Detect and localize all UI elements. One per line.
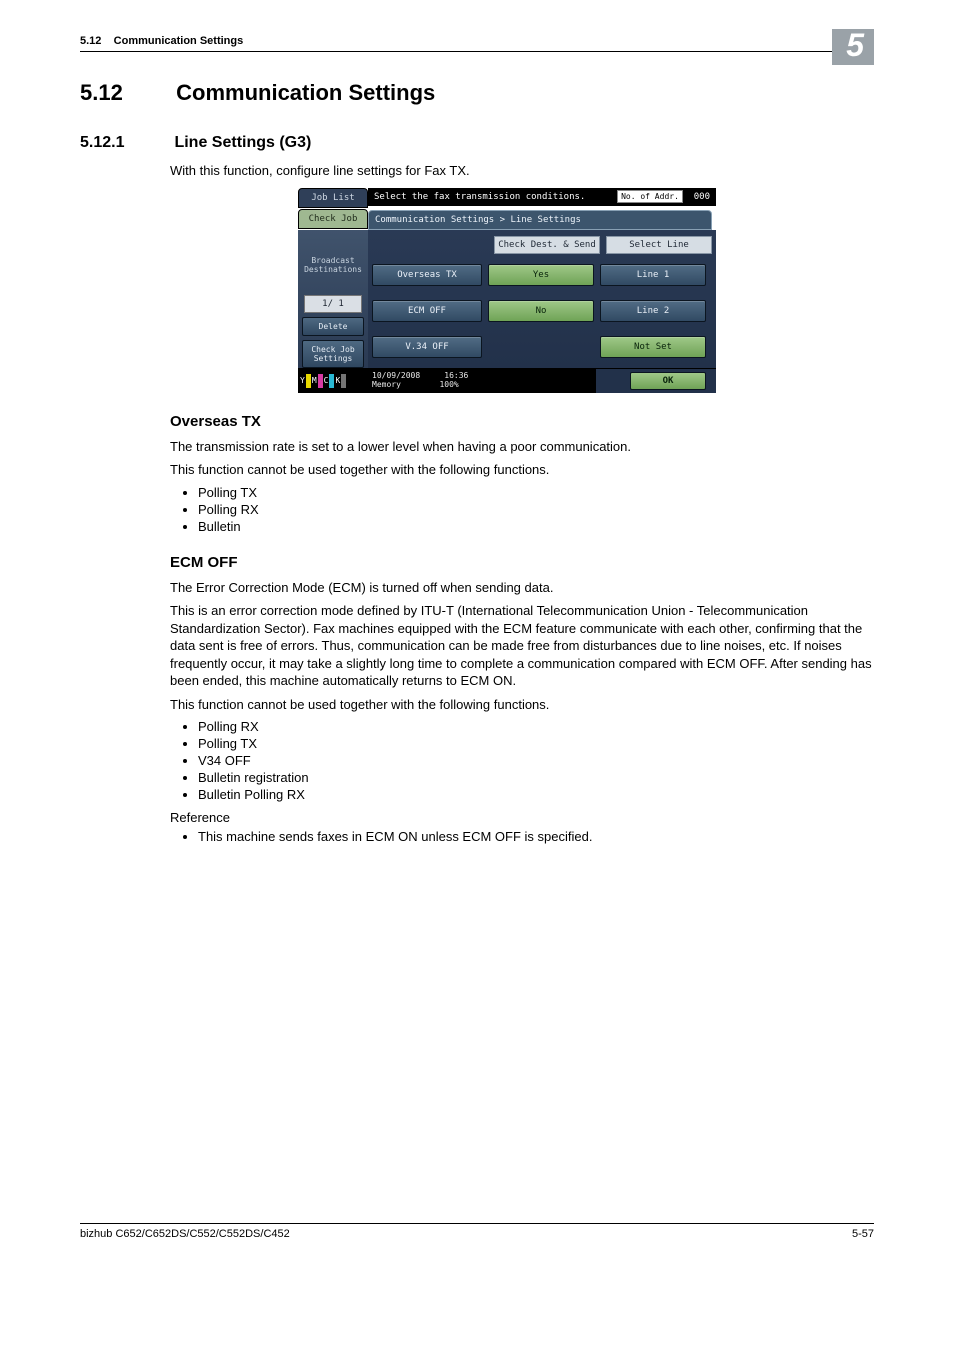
- select-line-2-button[interactable]: Line 2: [600, 300, 706, 322]
- toner-y-icon: [306, 374, 311, 388]
- section-heading: 5.12 Communication Settings: [80, 80, 874, 106]
- ecm-off-p2: This is an error correction mode defined…: [170, 602, 874, 690]
- ecm-off-button[interactable]: ECM OFF: [372, 300, 482, 322]
- status-date: 10/09/2008: [372, 371, 420, 380]
- column-header-check-dest: Check Dest. & Send: [494, 236, 600, 254]
- addr-count-label: No. of Addr.: [617, 190, 683, 203]
- pager-indicator: 1/ 1: [304, 295, 362, 313]
- toner-c-icon: [329, 374, 334, 388]
- list-item: Bulletin: [198, 519, 874, 534]
- footer-page-number: 5-57: [852, 1228, 874, 1240]
- ecm-off-p1: The Error Correction Mode (ECM) is turne…: [170, 579, 874, 597]
- toner-c-label: C: [324, 376, 329, 385]
- reference-label: Reference: [170, 810, 874, 825]
- v34-off-button[interactable]: V.34 OFF: [372, 336, 482, 358]
- list-item: Polling TX: [198, 485, 874, 500]
- reference-list: This machine sends faxes in ECM ON unles…: [170, 829, 874, 844]
- ecm-off-heading: ECM OFF: [170, 554, 874, 571]
- running-header: 5.12 Communication Settings 5: [80, 35, 874, 52]
- status-time: 16:36: [444, 371, 468, 380]
- sidebar-panel: Broadcast Destinations 1/ 1 Delete Check…: [298, 230, 368, 368]
- check-dest-no-button[interactable]: No: [488, 300, 594, 322]
- overseas-tx-p1: The transmission rate is set to a lower …: [170, 438, 874, 456]
- overseas-tx-p2: This function cannot be used together wi…: [170, 461, 874, 479]
- broadcast-destinations-label: Broadcast Destinations: [300, 256, 366, 275]
- toner-m-icon: [318, 374, 323, 388]
- toner-y-label: Y: [300, 376, 305, 385]
- select-line-not-set-button[interactable]: Not Set: [600, 336, 706, 358]
- screen-title-text: Select the fax transmission conditions.: [374, 192, 585, 202]
- list-item: Bulletin Polling RX: [198, 787, 874, 802]
- subsection-heading-num: 5.12.1: [80, 134, 170, 152]
- overseas-tx-heading: Overseas TX: [170, 413, 874, 430]
- header-section-num: 5.12: [80, 35, 101, 47]
- header-section-title: Communication Settings: [114, 35, 244, 47]
- screen-title-bar: Select the fax transmission conditions. …: [368, 188, 716, 206]
- status-memory-value: 100%: [439, 380, 458, 389]
- chapter-number-badge: 5: [832, 29, 874, 65]
- list-item: Bulletin registration: [198, 770, 874, 785]
- status-memory-label: Memory: [372, 380, 401, 389]
- addr-count-value: 000: [694, 192, 710, 202]
- breadcrumb: Communication Settings > Line Settings: [368, 210, 712, 230]
- status-bar: Y M C K 10/09/2008 16:36 Memory 100% OK: [298, 368, 716, 393]
- list-item: V34 OFF: [198, 753, 874, 768]
- section-heading-title: Communication Settings: [176, 80, 435, 105]
- list-item: This machine sends faxes in ECM ON unles…: [198, 829, 874, 844]
- status-info: 10/09/2008 16:36 Memory 100%: [368, 369, 596, 393]
- toner-levels: Y M C K: [298, 369, 368, 393]
- ok-button[interactable]: OK: [630, 372, 706, 390]
- main-panel: Check Dest. & Send Select Line Overseas …: [368, 230, 716, 368]
- overseas-tx-list: Polling TX Polling RX Bulletin: [170, 485, 874, 534]
- device-screenshot: Job List Check Job Broadcast Destination…: [298, 188, 716, 393]
- check-job-settings-button[interactable]: Check Job Settings: [302, 340, 364, 368]
- intro-paragraph: With this function, configure line setti…: [170, 162, 874, 180]
- list-item: Polling RX: [198, 502, 874, 517]
- delete-button[interactable]: Delete: [302, 317, 364, 336]
- toner-k-label: K: [335, 376, 340, 385]
- column-header-select-line: Select Line: [606, 236, 712, 254]
- check-dest-yes-button[interactable]: Yes: [488, 264, 594, 286]
- select-line-1-button[interactable]: Line 1: [600, 264, 706, 286]
- tab-check-job[interactable]: Check Job: [298, 209, 368, 229]
- ecm-off-list: Polling RX Polling TX V34 OFF Bulletin r…: [170, 719, 874, 802]
- subsection-heading-title: Line Settings (G3): [174, 134, 311, 151]
- list-item: Polling TX: [198, 736, 874, 751]
- footer-model: bizhub C652/C652DS/C552/C552DS/C452: [80, 1228, 290, 1240]
- tab-job-list[interactable]: Job List: [298, 188, 368, 208]
- list-item: Polling RX: [198, 719, 874, 734]
- toner-k-icon: [341, 374, 346, 388]
- toner-m-label: M: [312, 376, 317, 385]
- ecm-off-p3: This function cannot be used together wi…: [170, 696, 874, 714]
- section-heading-num: 5.12: [80, 80, 170, 106]
- subsection-heading: 5.12.1 Line Settings (G3): [80, 134, 874, 152]
- page-footer: bizhub C652/C652DS/C552/C552DS/C452 5-57: [80, 1223, 874, 1240]
- overseas-tx-button[interactable]: Overseas TX: [372, 264, 482, 286]
